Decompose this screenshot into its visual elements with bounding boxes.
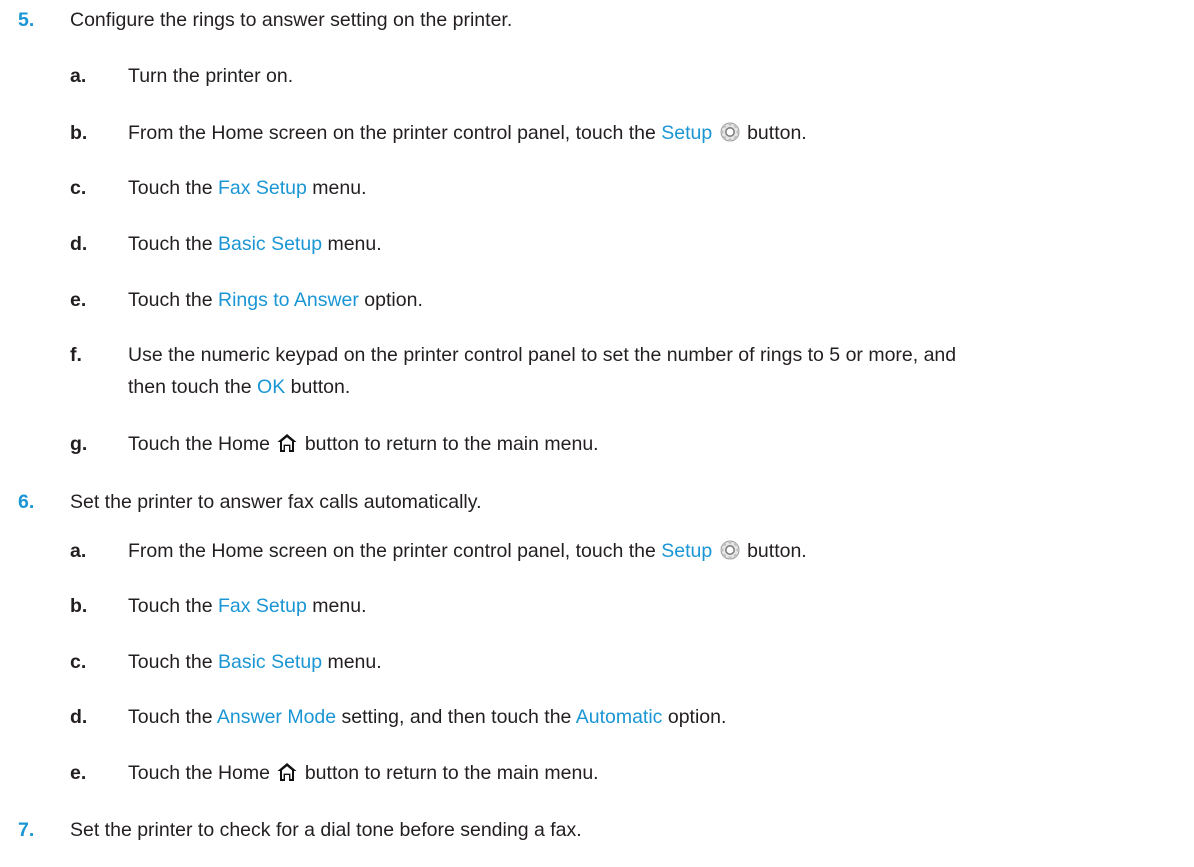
substep-text: Touch the Home button to return to the m… (128, 428, 1180, 464)
substep-text: Touch the Rings to Answer option. (128, 284, 1180, 316)
step-5: 5. Configure the rings to answer setting… (18, 8, 512, 32)
substep-text: Touch the Fax Setup menu. (128, 172, 1180, 204)
step-text: Configure the rings to answer setting on… (70, 9, 513, 31)
substep-5b: b. From the Home screen on the printer c… (70, 117, 1180, 153)
text-fragment: Touch the (128, 651, 218, 673)
substep-text: From the Home screen on the printer cont… (128, 535, 1180, 571)
substep-letter: b. (70, 595, 88, 617)
substep-5a: a. Turn the printer on. (70, 60, 1180, 92)
home-icon (276, 761, 298, 793)
ui-term-basic-setup: Basic Setup (217, 233, 323, 255)
ui-term-setup: Setup (661, 540, 713, 562)
text-fragment: menu. (322, 651, 382, 673)
text-fragment: Touch the Home (128, 762, 276, 784)
gear-icon (719, 539, 741, 571)
ui-term-rings-to-answer: Rings to Answer (217, 289, 359, 311)
ui-term-answer-mode: Answer Mode (216, 706, 337, 728)
substep-text: Turn the printer on. (128, 65, 294, 87)
ui-term-basic-setup: Basic Setup (217, 651, 323, 673)
substep-letter: f. (70, 344, 82, 366)
text-fragment: Touch the Home (128, 433, 276, 455)
substep-text: Touch the Basic Setup menu. (128, 228, 1180, 260)
step-text: Set the printer to check for a dial tone… (70, 819, 582, 841)
text-fragment: button to return to the main menu. (299, 762, 599, 784)
substep-6c: c. Touch the Basic Setup menu. (70, 646, 1180, 678)
substep-letter: c. (70, 651, 87, 673)
substep-text: From the Home screen on the printer cont… (128, 117, 1180, 153)
document-page: 5. Configure the rings to answer setting… (0, 0, 1194, 867)
substep-text: Use the numeric keypad on the printer co… (128, 339, 1180, 403)
text-fragment: then touch the (128, 376, 258, 398)
substep-6d: d. Touch the Answer Mode setting, and th… (70, 701, 1180, 733)
substep-letter: c. (70, 177, 87, 199)
ui-term-fax-setup: Fax Setup (217, 177, 307, 199)
substep-letter: e. (70, 289, 87, 311)
text-fragment: Use the numeric keypad on the printer co… (128, 344, 957, 366)
substep-letter: g. (70, 433, 88, 455)
step-7: 7. Set the printer to check for a dial t… (18, 818, 582, 842)
step-number: 5. (18, 9, 35, 31)
text-fragment: option. (662, 706, 727, 728)
text-fragment: From the Home screen on the printer cont… (128, 122, 662, 144)
text-fragment: setting, and then touch the (336, 706, 576, 728)
substep-6b: b. Touch the Fax Setup menu. (70, 590, 1180, 622)
substep-text: Touch the Answer Mode setting, and then … (128, 701, 1180, 733)
text-fragment: Touch the (128, 177, 218, 199)
text-fragment: button. (741, 540, 807, 562)
substep-5e: e. Touch the Rings to Answer option. (70, 284, 1180, 316)
text-fragment: Touch the (128, 233, 218, 255)
text-fragment: option. (358, 289, 423, 311)
ui-term-fax-setup: Fax Setup (217, 595, 307, 617)
step-6: 6. Set the printer to answer fax calls a… (18, 490, 482, 514)
text-fragment: button to return to the main menu. (299, 433, 599, 455)
text-fragment: From the Home screen on the printer cont… (128, 540, 662, 562)
substep-6a: a. From the Home screen on the printer c… (70, 535, 1180, 571)
substep-text: Touch the Home button to return to the m… (128, 757, 1180, 793)
ui-term-setup: Setup (661, 122, 713, 144)
text-fragment: Touch the (128, 706, 217, 728)
step-number: 6. (18, 491, 35, 513)
substep-5g: g. Touch the Home button to return to th… (70, 428, 1180, 464)
substep-5c: c. Touch the Fax Setup menu. (70, 172, 1180, 204)
substep-letter: d. (70, 233, 88, 255)
step-text: Set the printer to answer fax calls auto… (70, 491, 482, 513)
substep-letter: e. (70, 762, 87, 784)
text-fragment: menu. (322, 233, 382, 255)
substep-5d: d. Touch the Basic Setup menu. (70, 228, 1180, 260)
substep-6e: e. Touch the Home button to return to th… (70, 757, 1180, 793)
ui-term-ok: OK (257, 376, 286, 398)
substep-letter: d. (70, 706, 88, 728)
substep-letter: b. (70, 122, 88, 144)
text-fragment: button. (285, 376, 351, 398)
step-number: 7. (18, 819, 35, 841)
substep-letter: a. (70, 540, 87, 562)
text-fragment: Touch the (128, 595, 218, 617)
text-fragment: button. (741, 122, 807, 144)
text-fragment: menu. (306, 177, 367, 199)
ui-term-automatic: Automatic (575, 706, 663, 728)
substep-text: Touch the Basic Setup menu. (128, 646, 1180, 678)
text-fragment: Touch the (128, 289, 218, 311)
text-fragment: menu. (306, 595, 367, 617)
gear-icon (719, 121, 741, 153)
substep-text: Touch the Fax Setup menu. (128, 590, 1180, 622)
home-icon (276, 432, 298, 464)
substep-5f: f. Use the numeric keypad on the printer… (70, 339, 1180, 403)
substep-letter: a. (70, 65, 87, 87)
